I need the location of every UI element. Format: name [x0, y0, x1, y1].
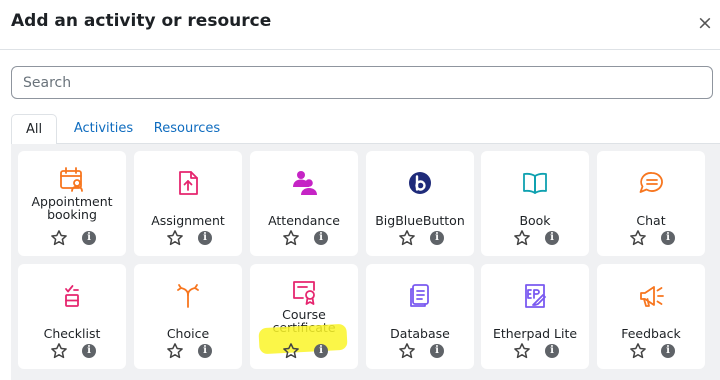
star-icon[interactable] [513, 229, 531, 247]
bigbluebutton-icon [405, 168, 435, 198]
activity-card-attendance[interactable]: Attendance i [250, 151, 358, 256]
activity-card-choice[interactable]: Choice i [134, 264, 242, 369]
activity-grid: Appointment booking i Assignment i Atten [11, 144, 720, 380]
info-icon[interactable]: i [314, 344, 328, 358]
star-icon[interactable] [398, 229, 416, 247]
dialog-header: Add an activity or resource × [0, 0, 720, 50]
activity-card-etherpad-lite[interactable]: Etherpad Lite i [481, 264, 589, 369]
activity-label: BigBlueButton [375, 213, 465, 228]
info-icon[interactable]: i [198, 344, 212, 358]
activity-label: Attendance [268, 213, 340, 228]
dialog-title: Add an activity or resource [11, 11, 272, 31]
tab-activities[interactable]: Activities [66, 114, 141, 144]
star-icon[interactable] [50, 342, 68, 360]
tab-resources[interactable]: Resources [151, 114, 223, 144]
info-icon[interactable]: i [545, 344, 559, 358]
activity-label: Etherpad Lite [492, 326, 578, 341]
activity-card-appointment-booking[interactable]: Appointment booking i [18, 151, 126, 256]
star-icon[interactable] [398, 342, 416, 360]
activity-card-assignment[interactable]: Assignment i [134, 151, 242, 256]
star-icon[interactable] [166, 229, 184, 247]
info-icon[interactable]: i [430, 344, 444, 358]
activity-label: Appointment booking [31, 194, 113, 222]
info-icon[interactable]: i [198, 231, 212, 245]
etherpad-icon [520, 281, 550, 311]
star-icon[interactable] [629, 342, 647, 360]
activity-label: Assignment [151, 213, 225, 228]
activity-label: Feedback [621, 326, 681, 341]
activity-card-feedback[interactable]: Feedback i [597, 264, 705, 369]
info-icon[interactable]: i [545, 231, 559, 245]
activity-label: Checklist [43, 326, 101, 341]
activity-label: Chat [636, 213, 666, 228]
activity-card-chat[interactable]: Chat i [597, 151, 705, 256]
close-icon[interactable]: × [694, 11, 716, 35]
star-icon[interactable] [282, 229, 300, 247]
yellow-highlight-mark [258, 323, 348, 355]
attendance-people-icon [289, 168, 319, 198]
activity-card-database[interactable]: Database i [366, 264, 474, 369]
star-icon[interactable] [629, 229, 647, 247]
star-icon[interactable] [513, 342, 531, 360]
tab-all[interactable]: All [11, 114, 57, 145]
activity-label: Choice [166, 326, 210, 341]
chat-icon [636, 168, 666, 198]
activity-card-checklist[interactable]: Checklist i [18, 264, 126, 369]
book-icon [520, 168, 550, 198]
database-icon [405, 281, 435, 311]
checklist-icon [57, 281, 87, 311]
activity-card-course-certificate[interactable]: Course certificate i [250, 264, 358, 369]
search-input[interactable] [11, 66, 713, 99]
star-icon[interactable] [166, 342, 184, 360]
star-icon[interactable] [282, 342, 300, 360]
certificate-icon [289, 277, 319, 307]
feedback-megaphone-icon [636, 281, 666, 311]
info-icon[interactable]: i [661, 344, 675, 358]
info-icon[interactable]: i [430, 231, 444, 245]
activity-label: Database [390, 326, 450, 341]
tab-bar: All Activities Resources [11, 114, 720, 145]
assignment-upload-icon [173, 168, 203, 198]
appointment-calendar-icon [57, 164, 87, 194]
info-icon[interactable]: i [82, 231, 96, 245]
choice-icon [173, 281, 203, 311]
info-icon[interactable]: i [314, 231, 328, 245]
activity-card-bigbluebutton[interactable]: BigBlueButton i [366, 151, 474, 256]
activity-label: Book [519, 213, 551, 228]
info-icon[interactable]: i [661, 231, 675, 245]
star-icon[interactable] [50, 229, 68, 247]
info-icon[interactable]: i [82, 344, 96, 358]
activity-card-book[interactable]: Book i [481, 151, 589, 256]
